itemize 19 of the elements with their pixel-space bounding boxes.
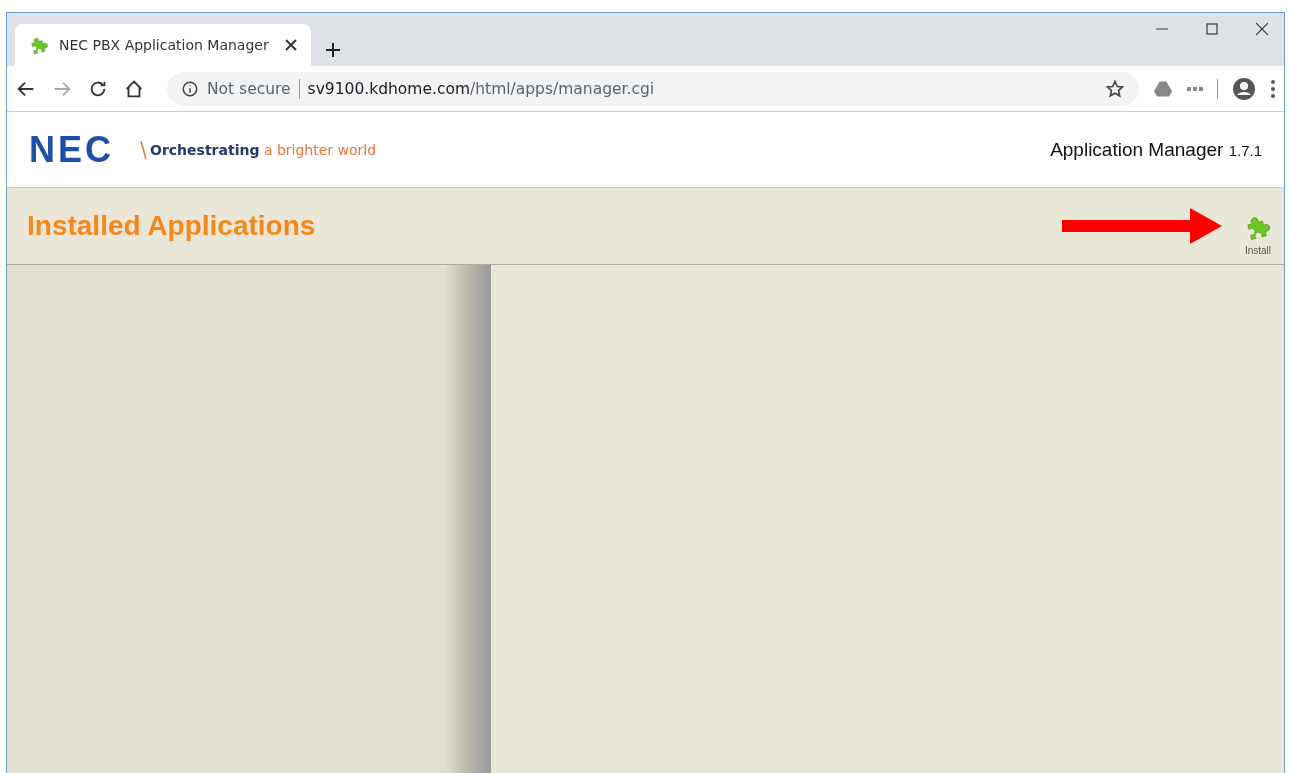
extension-icon[interactable] (1187, 85, 1203, 92)
close-icon[interactable] (285, 39, 297, 51)
app-title: Application Manager 1.7.1 (1050, 138, 1262, 161)
logo: NEC (29, 128, 114, 171)
page-heading: Installed Applications (27, 210, 316, 242)
address-bar[interactable]: Not secure sv9100.kdhome.com/html/apps/manager.cgi (167, 71, 1139, 106)
star-icon[interactable] (1105, 78, 1125, 99)
arrow-icon (1062, 208, 1222, 244)
tagline: Orchestrating a brighter world (150, 141, 377, 158)
slash-icon (140, 139, 147, 160)
puzzle-icon (29, 35, 49, 55)
install-button[interactable]: Install (1244, 212, 1272, 256)
profile-icon[interactable] (1232, 76, 1256, 101)
browser-tab[interactable]: NEC PBX Application Manager (15, 24, 311, 66)
new-tab-icon[interactable] (325, 42, 341, 58)
security-label[interactable]: Not secure (207, 79, 291, 98)
url-text: sv9100.kdhome.com/html/apps/manager.cgi (307, 79, 655, 98)
menu-icon[interactable] (1270, 78, 1276, 99)
info-icon[interactable] (181, 79, 199, 98)
